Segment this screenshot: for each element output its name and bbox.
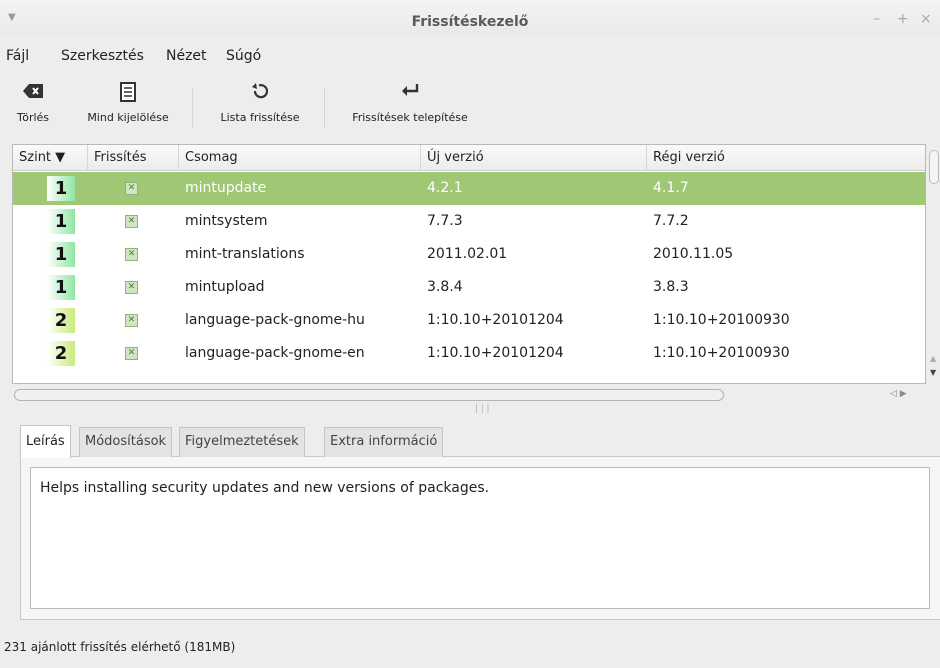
package-name: mintupload — [185, 279, 265, 295]
old-version: 2010.11.05 — [653, 246, 734, 262]
package-name: mint-translations — [185, 246, 305, 262]
tab-description[interactable]: Leírás — [20, 425, 71, 458]
level-badge: 1 — [47, 176, 75, 201]
backspace-icon — [0, 82, 66, 104]
horizontal-scroll-thumb[interactable] — [14, 389, 724, 401]
refresh-button[interactable]: Lista frissítése — [205, 82, 315, 124]
package-name: language-pack-gnome-hu — [185, 312, 365, 328]
refresh-icon — [205, 82, 315, 104]
table-row[interactable]: 2 ✕ language-pack-gnome-en 1:10.10+20101204… — [13, 337, 925, 370]
old-version: 7.7.2 — [653, 213, 689, 229]
new-version: 3.8.4 — [427, 279, 463, 295]
tab-extra-info[interactable]: Extra információ — [324, 427, 444, 457]
new-version: 7.7.3 — [427, 213, 463, 229]
pane-resize-handle-icon[interactable]: │││ — [474, 404, 491, 413]
tab-changes[interactable]: Módosítások — [79, 427, 173, 457]
table-row[interactable]: 1 ✕ mint-translations 2011.02.01 2010.11.05 — [13, 238, 925, 271]
menu-view[interactable]: Nézet — [166, 48, 207, 64]
table-row[interactable]: 1 ✕ mintupdate 4.2.1 4.1.7 — [13, 172, 925, 205]
toolbar: Törlés Mind kijelölése Lista frissítése … — [0, 76, 940, 136]
level-badge: 2 — [47, 341, 75, 366]
vertical-scrollbar[interactable]: ▲ ▼ — [928, 144, 940, 384]
update-checkbox[interactable]: ✕ — [125, 314, 138, 327]
update-checkbox[interactable]: ✕ — [125, 215, 138, 228]
old-version: 1:10.10+20100930 — [653, 345, 790, 361]
title-bar: ▼ Frissítéskezelő – + × — [0, 0, 940, 36]
column-level[interactable]: Szint ▼ — [13, 145, 88, 171]
checklist-icon — [76, 82, 180, 104]
status-bar: 231 ajánlott frissítés elérhető (181MB) — [4, 640, 236, 654]
scroll-left-right-icon[interactable]: ◁ ▶ — [890, 389, 907, 399]
clear-button[interactable]: Törlés — [0, 82, 66, 124]
description-box[interactable]: Helps installing security updates and ne… — [30, 467, 930, 609]
new-version: 4.2.1 — [427, 180, 463, 196]
level-badge: 1 — [47, 209, 75, 234]
menu-edit[interactable]: Szerkesztés — [61, 48, 144, 64]
table-row[interactable]: 2 ✕ language-pack-gnome-hu 1:10.10+20101204… — [13, 304, 925, 337]
level-badge: 2 — [47, 308, 75, 333]
toolbar-separator — [192, 88, 193, 128]
scroll-down-icon[interactable]: ▼ — [930, 368, 936, 377]
scroll-up-icon[interactable]: ▲ — [930, 354, 936, 363]
enter-icon — [336, 82, 484, 104]
update-checkbox[interactable]: ✕ — [125, 182, 138, 195]
minimize-icon[interactable]: – — [873, 11, 880, 27]
update-checkbox[interactable]: ✕ — [125, 347, 138, 360]
window-title: Frissítéskezelő — [411, 14, 529, 30]
maximize-icon[interactable]: + — [897, 11, 909, 27]
table-row[interactable]: 1 ✕ mintupload 3.8.4 3.8.3 — [13, 271, 925, 304]
install-button[interactable]: Frissítések telepítése — [336, 82, 484, 124]
select-all-button[interactable]: Mind kijelölése — [76, 82, 180, 124]
menu-file[interactable]: Fájl — [6, 48, 29, 64]
update-checkbox[interactable]: ✕ — [125, 281, 138, 294]
description-text: Helps installing security updates and ne… — [40, 480, 490, 496]
update-checkbox[interactable]: ✕ — [125, 248, 138, 261]
package-name: mintsystem — [185, 213, 268, 229]
new-version: 1:10.10+20101204 — [427, 345, 564, 361]
level-badge: 1 — [47, 275, 75, 300]
package-name: language-pack-gnome-en — [185, 345, 365, 361]
table-header: Szint ▼ Frissítés Csomag Új verzió Régi … — [13, 145, 925, 171]
package-name: mintupdate — [185, 180, 267, 196]
old-version: 4.1.7 — [653, 180, 689, 196]
old-version: 1:10.10+20100930 — [653, 312, 790, 328]
column-package[interactable]: Csomag — [179, 145, 421, 171]
table-row[interactable]: 1 ✕ mintsystem 7.7.3 7.7.2 — [13, 205, 925, 238]
updates-table: Szint ▼ Frissítés Csomag Új verzió Régi … — [12, 144, 926, 384]
close-icon[interactable]: × — [920, 11, 932, 27]
vertical-scroll-thumb[interactable] — [929, 150, 939, 184]
column-update[interactable]: Frissítés — [88, 145, 179, 171]
horizontal-scrollbar[interactable]: ◁ ▶ — [12, 387, 926, 403]
level-badge: 1 — [47, 242, 75, 267]
toolbar-separator — [324, 88, 325, 128]
menu-help[interactable]: Súgó — [226, 48, 261, 64]
column-new-version[interactable]: Új verzió — [421, 145, 647, 171]
new-version: 2011.02.01 — [427, 246, 508, 262]
old-version: 3.8.3 — [653, 279, 689, 295]
new-version: 1:10.10+20101204 — [427, 312, 564, 328]
menu-bar: Fájl Szerkesztés Nézet Súgó — [0, 36, 940, 66]
tab-warnings[interactable]: Figyelmeztetések — [179, 427, 305, 457]
column-old-version[interactable]: Régi verzió — [647, 145, 925, 171]
